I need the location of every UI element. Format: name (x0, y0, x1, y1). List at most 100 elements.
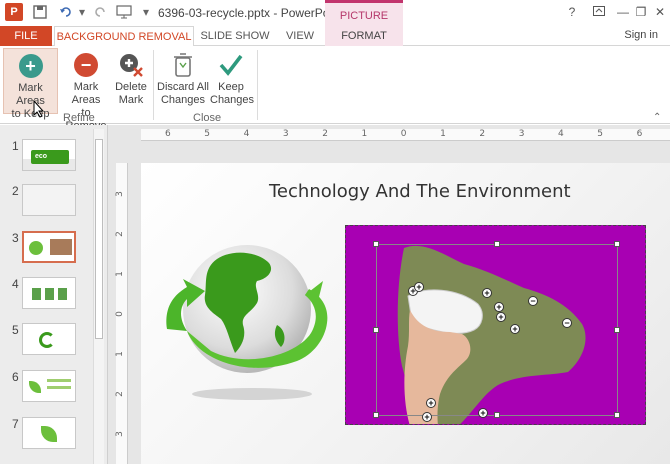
resize-handle[interactable] (373, 412, 379, 418)
slide-thumbnail-4[interactable] (22, 277, 76, 309)
keep-label-2: Changes (210, 94, 255, 106)
slide-thumbnails-pane: 1 eco 2 3 4 5 6 7 (0, 125, 108, 464)
mouse-cursor-icon (33, 99, 45, 121)
close-button[interactable]: ✕ (651, 4, 669, 20)
thumb-number: 5 (12, 323, 19, 337)
resize-handle[interactable] (614, 412, 620, 418)
ruler-tick-label: 1 (361, 129, 368, 139)
collapse-ribbon-icon[interactable]: ⌃ (653, 112, 661, 123)
mark-areas-to-remove-button[interactable]: − Mark Areas to Remove (60, 48, 112, 132)
ribbon-tabs: FILE BACKGROUND REMOVAL SLIDE SHOW VIEW … (0, 26, 670, 47)
background-removal-photo[interactable]: + + + + + + − − + + + (345, 225, 646, 425)
keep-mark-icon[interactable]: + (478, 408, 488, 418)
mark-areas-to-keep-button[interactable]: + Mark Areas to Keep (3, 48, 58, 120)
ruler-tick-label: 3 (282, 129, 289, 139)
ruler-tick-label: 2 (114, 231, 125, 237)
thumbnail-scrollbar[interactable] (93, 129, 104, 464)
keep-mark-icon[interactable]: + (496, 312, 506, 322)
keep-mark-icon[interactable]: + (510, 324, 520, 334)
checkmark-icon (218, 52, 244, 78)
resize-handle[interactable] (494, 241, 500, 247)
save-icon[interactable] (32, 4, 48, 20)
horizontal-ruler: 6 5 4 3 2 1 0 1 2 3 4 5 6 (141, 129, 670, 141)
slide-thumbnail-3[interactable] (22, 231, 76, 263)
slide-title[interactable]: Technology And The Environment (269, 181, 669, 202)
ruler-tick-label: 3 (114, 431, 125, 437)
restore-button[interactable]: ❐ (632, 4, 650, 20)
resize-handle[interactable] (373, 327, 379, 333)
ruler-tick-label: 2 (114, 391, 125, 397)
ruler-tick-label: 6 (165, 129, 171, 139)
ruler-tick-label: 1 (114, 351, 125, 357)
tab-slide-show[interactable]: SLIDE SHOW (200, 26, 270, 47)
minus-pencil-icon: − (73, 52, 99, 78)
ruler-tick-label: 5 (597, 129, 604, 139)
ruler-tick-label: 0 (400, 129, 407, 139)
title-bar: P ▾ ▾ 6396-03-recycle.pptx - PowerPoint … (0, 0, 670, 48)
slide-thumbnail-5[interactable] (22, 323, 76, 355)
document-title: 6396-03-recycle.pptx - PowerPoint (158, 6, 343, 20)
refine-group-label: Refine (63, 112, 95, 124)
delete-mark-label-1: Delete (115, 81, 147, 93)
resize-handle[interactable] (614, 241, 620, 247)
thumb-eco-logo: eco (31, 150, 69, 164)
ruler-tick-label: 1 (440, 129, 446, 139)
ruler-tick-label: 3 (518, 129, 525, 139)
selection-box[interactable] (376, 244, 618, 416)
ribbon-display-options-icon[interactable] (590, 4, 608, 20)
tab-file[interactable]: FILE (0, 26, 52, 46)
ruler-tick-label: 1 (114, 271, 125, 277)
thumb-number: 7 (12, 417, 19, 431)
minimize-button[interactable]: — (614, 4, 632, 20)
globe-recycle-graphic[interactable] (157, 229, 337, 412)
keep-mark-icon[interactable]: + (482, 288, 492, 298)
undo-dropdown-icon[interactable]: ▾ (74, 4, 90, 20)
scrollbar-thumb[interactable] (95, 139, 103, 339)
ribbon: + Mark Areas to Keep − Mark Areas to Rem… (0, 46, 670, 132)
keep-mark-icon[interactable]: + (426, 398, 436, 408)
mark-keep-label-2: to Keep (11, 108, 50, 120)
remove-mark-icon[interactable]: − (562, 318, 572, 328)
help-button[interactable]: ? (563, 4, 581, 20)
slide-thumbnail-7[interactable] (22, 417, 76, 449)
vertical-ruler: 3 2 1 0 1 2 3 (114, 163, 128, 464)
discard-label-2: Changes (160, 94, 206, 106)
keep-mark-icon[interactable]: + (422, 412, 432, 422)
ruler-tick-label: 4 (243, 129, 250, 139)
slide-thumbnail-6[interactable] (22, 370, 76, 402)
keep-mark-icon[interactable]: + (494, 302, 504, 312)
keep-mark-icon[interactable]: + (414, 282, 424, 292)
remove-mark-icon[interactable]: − (528, 296, 538, 306)
ruler-tick-label: 3 (114, 191, 125, 197)
redo-icon[interactable] (92, 4, 108, 20)
powerpoint-logo-icon: P (5, 3, 23, 21)
customize-qat-icon[interactable]: ▾ (138, 4, 154, 20)
discard-all-changes-button[interactable]: Discard All Changes (156, 48, 210, 114)
resize-handle[interactable] (614, 327, 620, 333)
delete-mark-button[interactable]: Delete Mark (113, 48, 149, 114)
slide-thumbnail-1[interactable]: eco (22, 139, 76, 171)
resize-handle[interactable] (494, 412, 500, 418)
plus-pencil-icon: + (18, 53, 44, 79)
sign-in-link[interactable]: Sign in (624, 29, 658, 41)
tab-format[interactable]: FORMAT (325, 26, 403, 47)
start-slideshow-icon[interactable] (116, 4, 132, 20)
workspace: 1 eco 2 3 4 5 6 7 6 5 4 3 2 1 0 1 2 3 4 … (0, 125, 670, 464)
resize-handle[interactable] (373, 241, 379, 247)
tab-background-removal[interactable]: BACKGROUND REMOVAL (54, 26, 194, 47)
ruler-tick-label: 4 (558, 129, 564, 139)
mark-remove-label-1: Mark Areas (71, 81, 101, 106)
tab-view[interactable]: VIEW (278, 26, 322, 47)
slide-thumbnail-2[interactable] (22, 184, 76, 216)
group-separator (257, 50, 258, 120)
keep-changes-button[interactable]: Keep Changes (210, 48, 255, 114)
picture-tools-group: PICTURE TOOLS (325, 0, 403, 48)
ruler-tick-label: 5 (204, 129, 211, 139)
ruler-tick-label: 0 (114, 311, 125, 317)
thumb-number: 2 (12, 184, 19, 198)
undo-icon[interactable] (58, 4, 74, 20)
thumb-number: 4 (12, 277, 19, 291)
slide-canvas[interactable]: Technology And The Environment + + + + +… (141, 163, 670, 464)
mark-keep-label-1: Mark Areas (16, 82, 45, 107)
thumb-number: 1 (12, 139, 19, 153)
